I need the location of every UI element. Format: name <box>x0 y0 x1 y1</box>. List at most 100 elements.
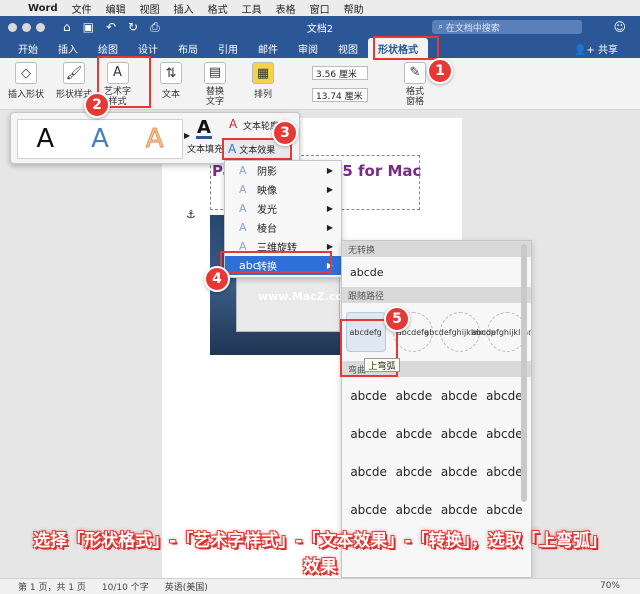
zoom-window-button[interactable] <box>36 22 45 32</box>
menubar-table[interactable]: 表格 <box>276 1 296 16</box>
wordart-sample[interactable]: A <box>36 124 54 154</box>
text-outline-icon[interactable]: A <box>229 117 237 131</box>
menubar-view[interactable]: 视图 <box>140 1 160 16</box>
tab-draw[interactable]: 绘图 <box>88 38 128 58</box>
menu-item-label: 发光 <box>257 205 277 216</box>
menu-item-reflection[interactable]: A 映像 ▶ <box>225 180 341 199</box>
arrange-button[interactable]: ▦ 排列 <box>252 62 274 100</box>
submenu-arrow-icon: ▶ <box>326 204 333 213</box>
alt-text-button[interactable]: ▤ 替换 文字 <box>204 62 226 107</box>
arrange-label: 排列 <box>253 90 272 100</box>
window-titlebar: ⌂ ▣ ↶ ↻ ⎙ 文档2 ⌕ 在文档中搜索 ☺ <box>0 16 640 38</box>
text-direction-icon: ⇅ <box>160 62 182 84</box>
menubar-file[interactable]: 文件 <box>72 1 92 16</box>
home-icon[interactable]: ⌂ <box>63 20 71 35</box>
mac-menubar: Word 文件 编辑 视图 插入 格式 工具 表格 窗口 帮助 <box>0 0 640 16</box>
shape-height-input[interactable]: 3.56 厘米 <box>312 66 368 80</box>
warp-option[interactable]: abcde <box>346 383 391 409</box>
text-fill-label[interactable]: 文本填充 <box>187 142 223 155</box>
zoom-level[interactable]: 70% <box>600 581 620 591</box>
text-effects-icon: A <box>228 142 237 156</box>
status-bar: 第 1 页，共 1 页 10/10 个字 英语(美国) 70% <box>0 578 640 594</box>
arch-up-tooltip: 上弯弧 <box>364 358 400 372</box>
menu-item-shadow[interactable]: A 阴影 ▶ <box>225 161 341 180</box>
shape-styles-button[interactable]: 🖌 形状样式 <box>56 62 92 100</box>
alt-text-icon: ▤ <box>204 62 226 84</box>
menubar-help[interactable]: 帮助 <box>344 1 364 16</box>
callout-badge-5: 5 <box>384 306 410 332</box>
warp-option[interactable]: abcde <box>391 383 436 409</box>
menubar-edit[interactable]: 编辑 <box>106 1 126 16</box>
text-fill-icon[interactable]: A <box>197 117 211 138</box>
menubar-tools[interactable]: 工具 <box>242 1 262 16</box>
warp-option[interactable]: abcde <box>437 383 482 409</box>
warp-option[interactable]: abcde <box>437 459 482 485</box>
insert-shape-button[interactable]: ◇ 插入形状 <box>8 62 44 100</box>
redo-icon[interactable]: ↻ <box>128 20 138 35</box>
submenu-scrollbar[interactable] <box>521 244 527 502</box>
menubar-insert[interactable]: 插入 <box>174 1 194 16</box>
no-transform-option[interactable]: abcde <box>342 257 531 287</box>
search-input[interactable]: ⌕ 在文档中搜索 <box>432 20 582 34</box>
warp-option[interactable]: abcde <box>391 497 436 523</box>
warp-option[interactable]: abcde <box>346 459 391 485</box>
save-icon[interactable]: ▣ <box>83 20 94 35</box>
tab-insert[interactable]: 插入 <box>48 38 88 58</box>
brush-icon: 🖌 <box>63 62 85 84</box>
gallery-expand-icon[interactable]: ▶ <box>184 131 190 140</box>
minimize-window-button[interactable] <box>22 22 31 32</box>
tab-home[interactable]: 开始 <box>8 38 48 58</box>
warp-option[interactable]: abcde <box>346 497 391 523</box>
window-controls <box>8 22 45 32</box>
text-button[interactable]: ⇅ 文本 <box>160 62 182 100</box>
transform-highlight-box <box>220 251 332 273</box>
reflection-icon: A <box>239 183 247 196</box>
word-count: 10/10 个字 <box>101 583 149 593</box>
quick-access-toolbar: ⌂ ▣ ↶ ↻ ⎙ <box>63 20 160 35</box>
caption-line-2: 效果 <box>303 557 337 577</box>
tab-review[interactable]: 审阅 <box>288 38 328 58</box>
search-placeholder: 在文档中搜索 <box>445 23 500 34</box>
warp-options: abcde abcde abcde abcde abcde abcde abcd… <box>342 377 531 529</box>
print-icon[interactable]: ⎙ <box>150 20 160 35</box>
shape-width-input[interactable]: 13.74 厘米 <box>312 88 368 102</box>
warp-option[interactable]: abcde <box>482 497 527 523</box>
menu-item-label: 映像 <box>257 186 277 197</box>
menubar-app-name[interactable]: Word <box>28 3 58 14</box>
share-button[interactable]: 👤+ 共享 <box>574 41 618 56</box>
warp-option[interactable]: abcde <box>437 497 482 523</box>
section-follow-path: 跟随路径 <box>342 287 531 303</box>
wordart-sample[interactable]: A <box>145 124 164 155</box>
menu-item-bevel[interactable]: A 棱台 ▶ <box>225 218 341 237</box>
callout-badge-2: 2 <box>84 92 110 118</box>
text-fill-color-swatch <box>196 136 212 139</box>
shadow-icon: A <box>239 164 247 177</box>
warp-option[interactable]: abcde <box>391 459 436 485</box>
page-count: 第 1 页，共 1 页 <box>18 583 86 593</box>
callout-badge-3: 3 <box>272 120 298 146</box>
tab-layout[interactable]: 布局 <box>168 38 208 58</box>
close-window-button[interactable] <box>8 22 17 32</box>
tab-references[interactable]: 引用 <box>208 38 248 58</box>
bevel-icon: A <box>239 221 247 234</box>
tab-view[interactable]: 视图 <box>328 38 368 58</box>
warp-option[interactable]: abcde <box>346 421 391 447</box>
menu-item-label: 阴影 <box>257 167 277 178</box>
format-pane-label: 格式 窗格 <box>405 87 424 107</box>
warp-option[interactable]: abcde <box>391 421 436 447</box>
feedback-smile-icon[interactable]: ☺ <box>613 20 626 34</box>
menubar-format[interactable]: 格式 <box>208 1 228 16</box>
wordart-sample-list: A A A <box>17 119 183 159</box>
menu-item-glow[interactable]: A 发光 ▶ <box>225 199 341 218</box>
language[interactable]: 英语(美国) <box>165 580 208 593</box>
format-pane-icon: ✎ <box>404 62 426 84</box>
text-label: 文本 <box>161 90 180 100</box>
format-pane-button[interactable]: ✎ 格式 窗格 <box>404 62 426 107</box>
undo-icon[interactable]: ↶ <box>106 20 116 35</box>
menubar-window[interactable]: 窗口 <box>310 1 330 16</box>
tab-design[interactable]: 设计 <box>128 38 168 58</box>
tab-mailings[interactable]: 邮件 <box>248 38 288 58</box>
wordart-sample[interactable]: A <box>91 124 109 154</box>
callout-badge-4: 4 <box>204 266 230 292</box>
warp-option[interactable]: abcde <box>437 421 482 447</box>
